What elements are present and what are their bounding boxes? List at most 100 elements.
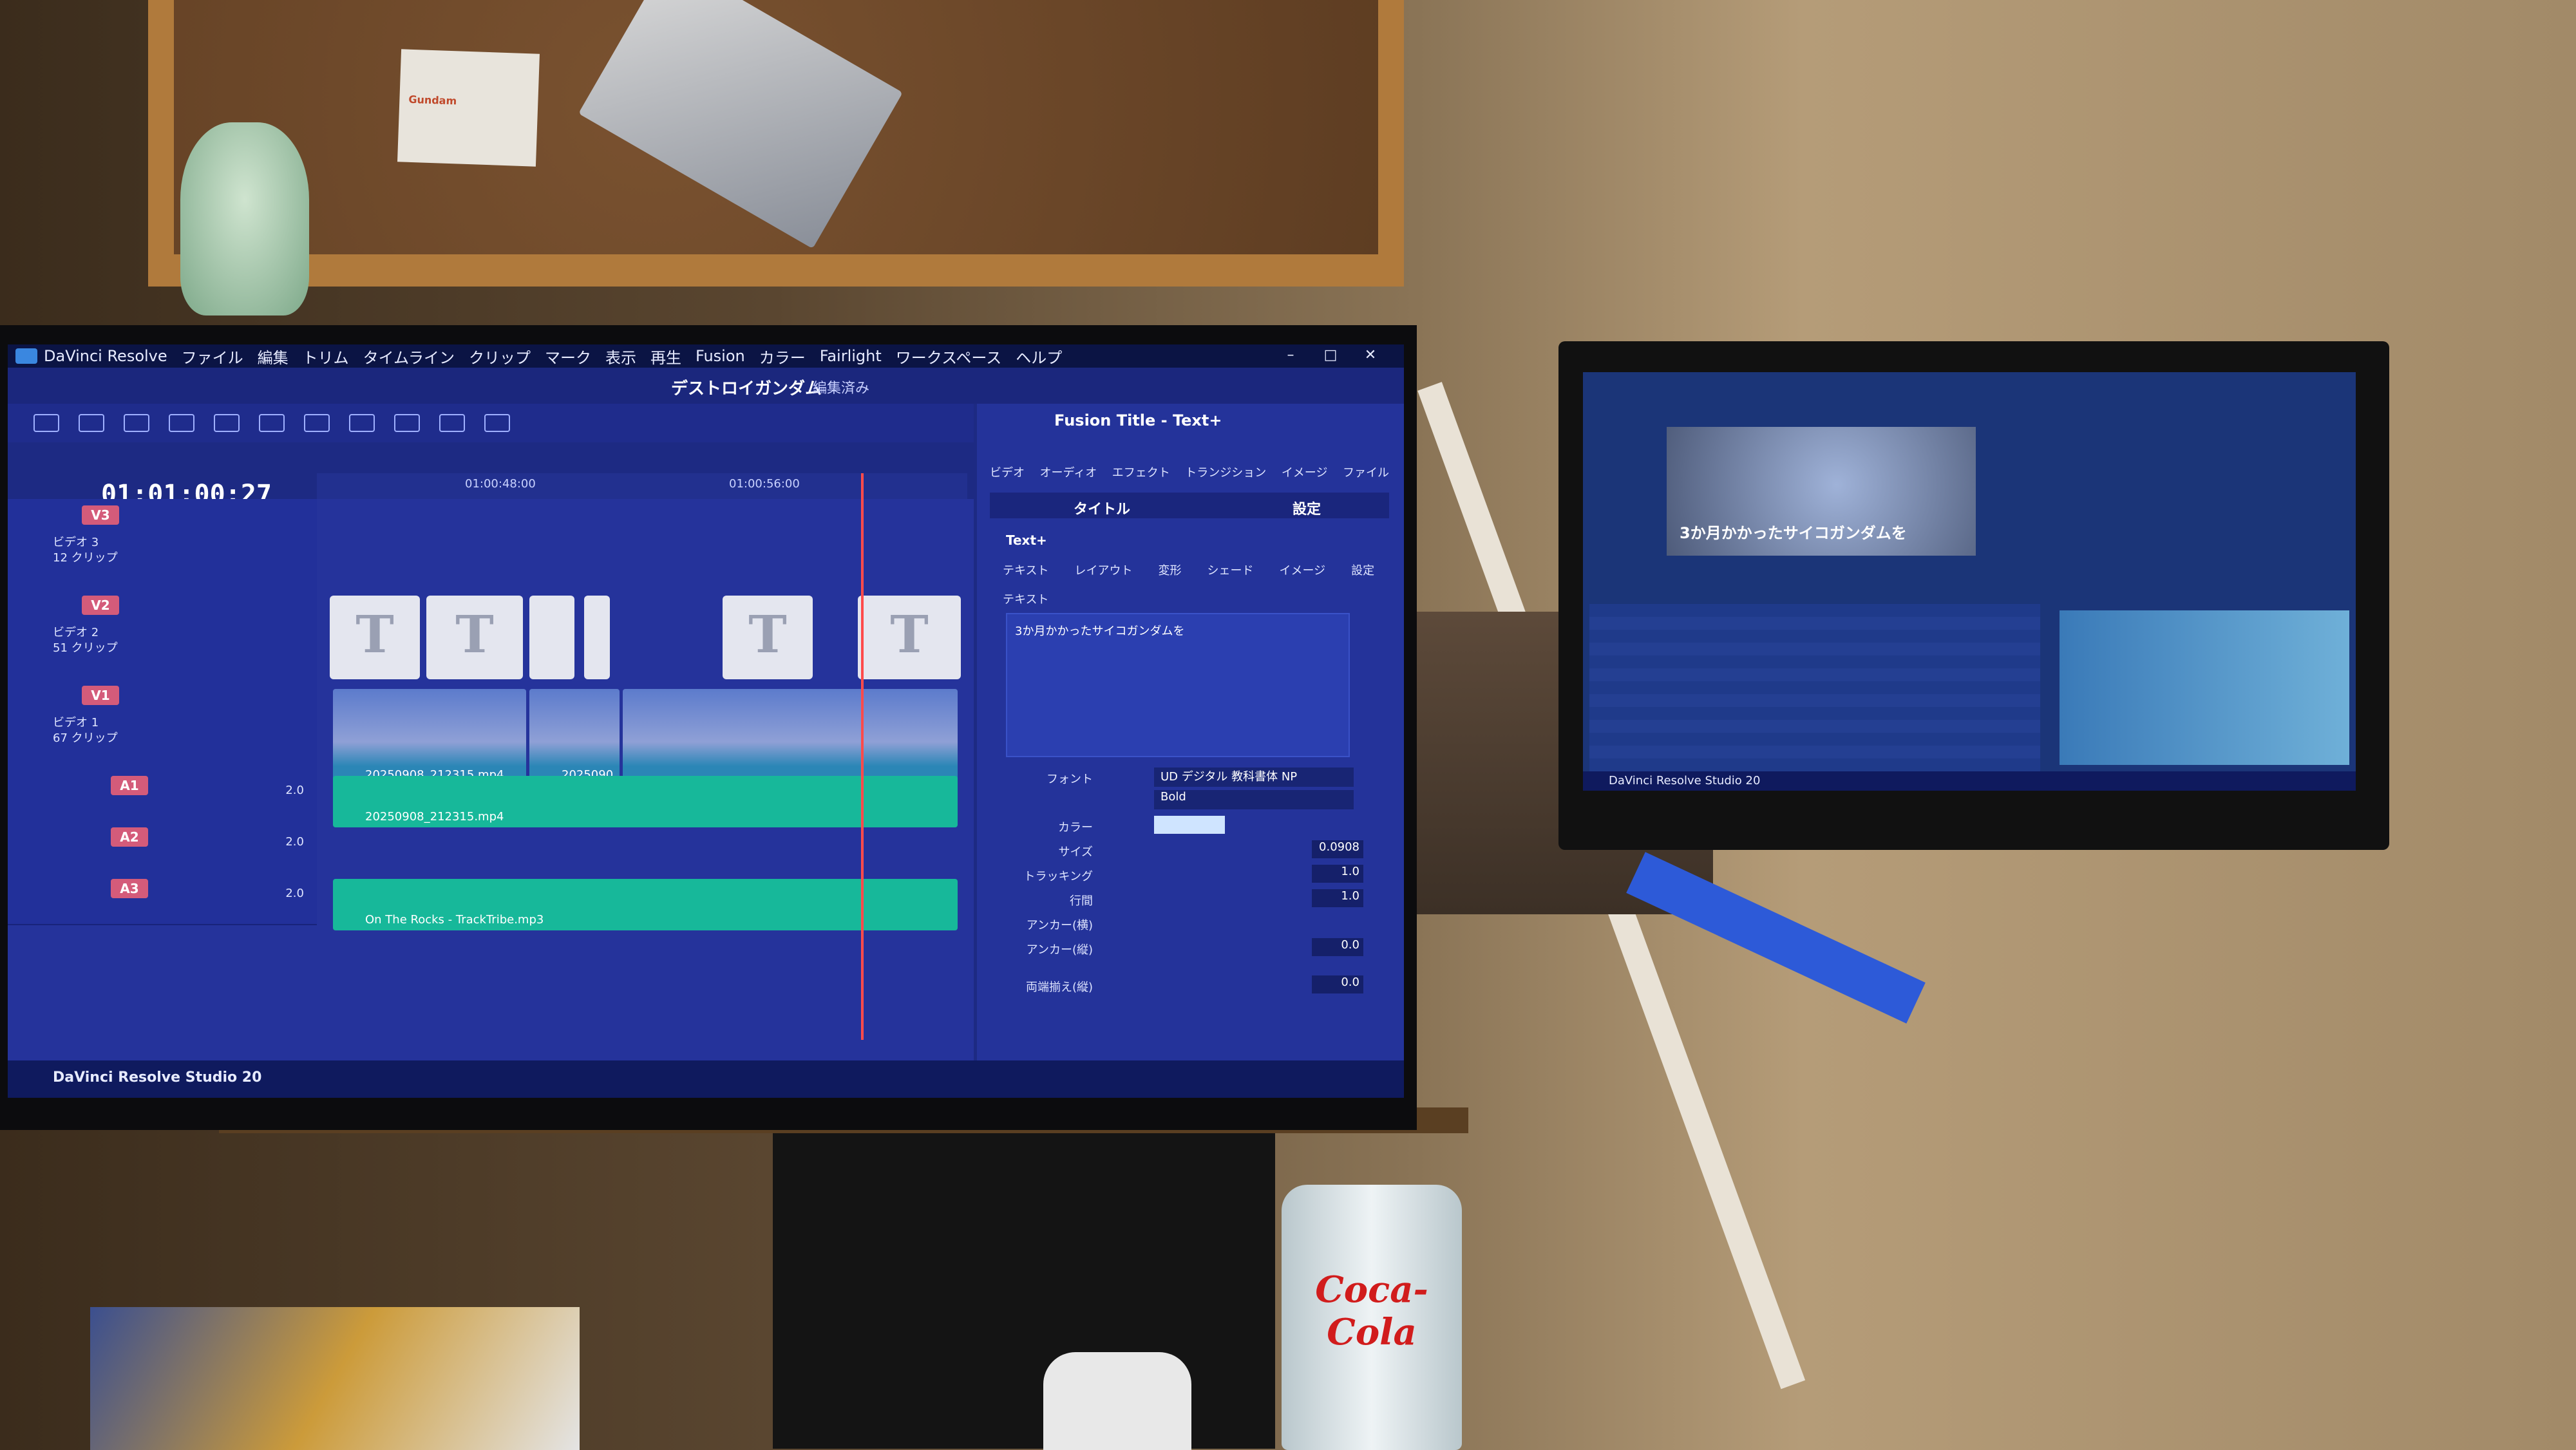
minimize-icon[interactable]: – [1278, 347, 1303, 365]
title-clip[interactable]: T [330, 596, 420, 679]
text-input[interactable]: 3か月かかったサイコガンダムを [1006, 613, 1350, 757]
subtab-transform[interactable]: 変形 [1158, 561, 1181, 578]
tab-audio[interactable]: オーディオ [1040, 439, 1097, 484]
audio-clip[interactable]: 20250908_212315.mp4 [333, 776, 958, 827]
track-header-a3: A3 2.0 [8, 872, 317, 925]
tab-image[interactable]: イメージ [1282, 439, 1328, 484]
size-value[interactable]: 0.0908 [1312, 840, 1363, 858]
tracking-label: トラッキング [1023, 870, 1093, 883]
font-select[interactable]: UD デジタル 教科書体 NP [1154, 767, 1354, 787]
snap-icon[interactable] [259, 414, 285, 432]
tab-transition[interactable]: トランジション [1185, 439, 1266, 484]
resolve-logo-icon [15, 348, 37, 364]
subtab-image[interactable]: イメージ [1279, 561, 1325, 578]
trim-tool-icon[interactable] [79, 414, 104, 432]
video-clip[interactable] [623, 689, 958, 786]
viewer-caption: 3か月かかったサイコガンダムを [1680, 524, 1907, 542]
track-name: ビデオ 3 12 クリップ [53, 535, 118, 566]
blade-tool-icon[interactable] [124, 414, 149, 432]
track-header-a2: A2 2.0 [8, 821, 317, 874]
marker-icon[interactable] [439, 414, 465, 432]
menu-item[interactable]: ワークスペース [896, 345, 1001, 368]
segment-control: タイトル 設定 [990, 493, 1389, 518]
lock-icon[interactable] [349, 414, 375, 432]
track-name: ビデオ 1 67 クリップ [53, 715, 118, 746]
menu-item[interactable]: Fairlight [820, 347, 882, 365]
line-value[interactable]: 1.0 [1312, 889, 1363, 907]
title-clip[interactable]: T [426, 596, 523, 679]
menu-item[interactable]: ファイル [182, 345, 243, 368]
menu-item[interactable]: Fusion [696, 347, 745, 365]
color-row: カラー [990, 816, 1389, 838]
color-label: カラー [1058, 821, 1093, 834]
justify-value[interactable]: 0.0 [1312, 975, 1363, 993]
menu-item[interactable]: 編集 [258, 345, 289, 368]
music-clip[interactable]: On The Rocks - TrackTribe.mp3 [333, 879, 958, 930]
menu-item[interactable]: 再生 [650, 345, 681, 368]
track-badge[interactable]: A1 [111, 776, 148, 795]
subtab-layout[interactable]: レイアウト [1074, 561, 1132, 578]
segment-title[interactable]: タイトル [1074, 498, 1130, 518]
title-clip[interactable] [584, 596, 610, 679]
close-icon[interactable]: ✕ [1358, 347, 1383, 365]
menu-item[interactable]: マーク [545, 345, 591, 368]
tab-effects[interactable]: エフェクト [1112, 439, 1170, 484]
timeline-ruler[interactable]: 01:00:48:00 01:00:56:00 [317, 473, 967, 499]
track-name: ビデオ 2 51 クリップ [53, 625, 118, 656]
track-badge[interactable]: A2 [111, 827, 148, 847]
color-swatch[interactable] [1154, 816, 1225, 834]
track-volume: 2.0 [285, 835, 304, 849]
menu-item[interactable]: 表示 [605, 345, 636, 368]
tab-video[interactable]: ビデオ [990, 439, 1025, 484]
style-select[interactable]: Bold [1154, 790, 1354, 809]
pinned-note-text: Gundam [408, 93, 457, 108]
zoom-slider-icon[interactable] [484, 414, 510, 432]
overwrite-icon[interactable] [214, 414, 240, 432]
anchor-h-label: アンカー(横) [1026, 919, 1093, 932]
menu-item[interactable]: カラー [759, 345, 806, 368]
insert-icon[interactable] [169, 414, 194, 432]
track-label: ビデオ 2 [53, 626, 99, 639]
project-state: 編集済み [813, 381, 870, 397]
track-badge[interactable]: V1 [82, 686, 119, 705]
section-header[interactable]: テキスト [1003, 590, 1048, 607]
menu-item[interactable]: ヘルプ [1016, 345, 1062, 368]
menu-item[interactable]: クリップ [469, 345, 531, 368]
segment-settings[interactable]: 設定 [1293, 498, 1321, 518]
menu-item[interactable]: タイムライン [363, 345, 455, 368]
tab-file[interactable]: ファイル [1343, 439, 1389, 484]
robot-figure [180, 122, 309, 315]
flag-icon[interactable] [394, 414, 420, 432]
subtab-shade[interactable]: シェード [1207, 561, 1253, 578]
text-value: 3か月かかったサイコガンダムを [1015, 625, 1185, 638]
subtab-text[interactable]: テキスト [1003, 561, 1048, 578]
video-clip[interactable]: 20250908_212315.mp4 [333, 689, 526, 786]
track-badge[interactable]: V3 [82, 505, 119, 525]
title-clip[interactable]: T [858, 596, 961, 679]
tracking-value[interactable]: 1.0 [1312, 865, 1363, 883]
subtab-settings[interactable]: 設定 [1351, 561, 1374, 578]
track-badge[interactable]: V2 [82, 596, 119, 615]
track-volume: 2.0 [285, 784, 304, 797]
playhead[interactable] [861, 473, 864, 1040]
title-clip[interactable]: T [723, 596, 813, 679]
menu-item[interactable]: トリム [303, 345, 349, 368]
title-bar: デストロイガンダム 編集済み [8, 368, 1404, 404]
size-label: サイズ [1058, 845, 1093, 859]
ruler-tick: 01:00:56:00 [729, 477, 800, 491]
title-clip[interactable] [529, 596, 574, 679]
track-count: 12 クリップ [53, 551, 118, 565]
track-header-v1: V1 ビデオ 1 67 クリップ [8, 679, 317, 771]
selection-tool-icon[interactable] [33, 414, 59, 432]
font-row: フォント UD デジタル 教科書体 NP [990, 767, 1389, 789]
video-clip[interactable]: 2025090... [529, 689, 624, 786]
track-header-v3: V3 ビデオ 3 12 クリップ [8, 499, 317, 590]
maximize-icon[interactable]: □ [1318, 347, 1343, 365]
timeline-toolbar [8, 404, 974, 442]
link-icon[interactable] [304, 414, 330, 432]
track-badge[interactable]: A3 [111, 879, 148, 898]
magazines [90, 1307, 580, 1450]
anchor-v-value[interactable]: 0.0 [1312, 938, 1363, 956]
clip-name: On The Rocks - TrackTribe.mp3 [365, 913, 544, 927]
menu-item[interactable]: DaVinci Resolve [44, 347, 167, 365]
